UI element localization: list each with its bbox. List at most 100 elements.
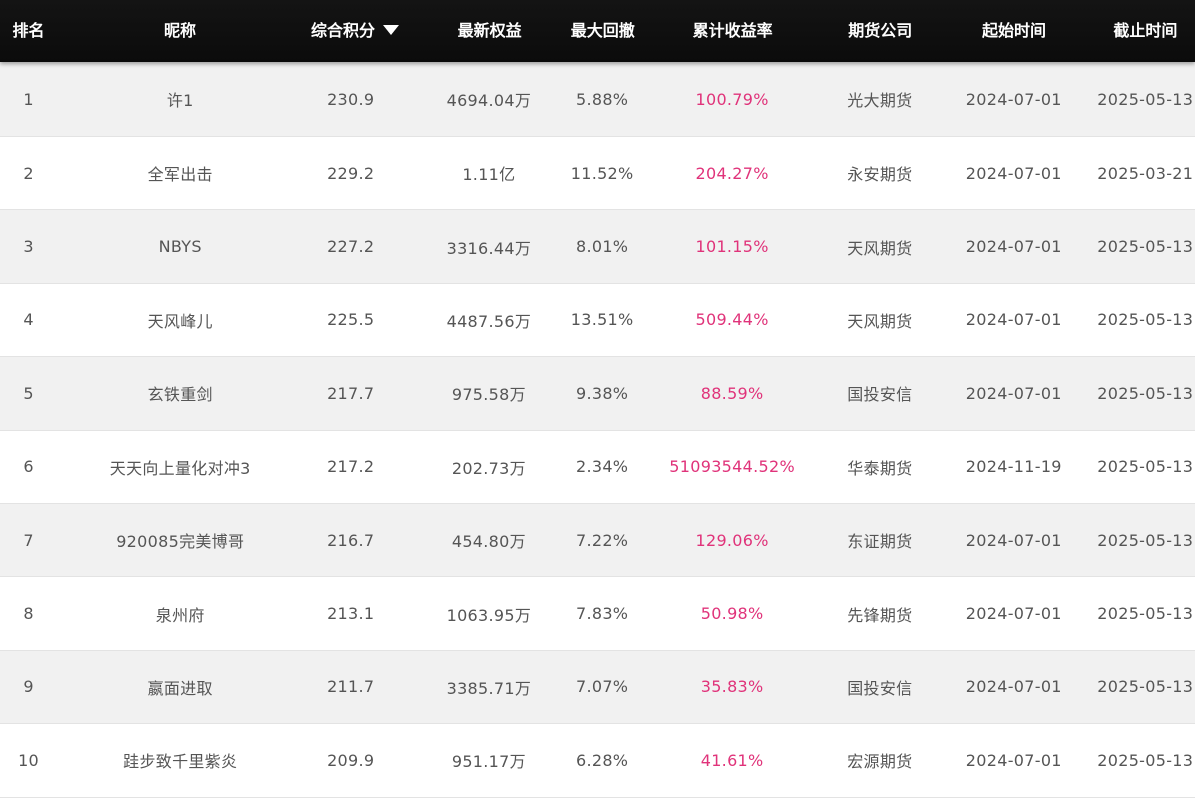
cell-start: 2024-07-01 bbox=[965, 750, 1062, 770]
header-rank[interactable]: 排名 bbox=[0, 0, 57, 62]
header-end[interactable]: 截止时间 bbox=[1096, 0, 1195, 62]
cell-end: 2025-05-13 bbox=[1097, 750, 1194, 770]
cell-end: 2025-05-13 bbox=[1097, 383, 1194, 403]
cell-score: 217.2 bbox=[327, 457, 375, 477]
cell-rank: 1 bbox=[23, 89, 34, 109]
cell-rank: 10 bbox=[18, 750, 40, 770]
cell-return: 51093544.52% bbox=[669, 457, 795, 477]
table-row[interactable]: 1 许1 230.9 4694.04万 5.88% 100.79% 光大期货 2024-07-… bbox=[0, 62, 1195, 137]
cell-score: 229.2 bbox=[327, 163, 375, 183]
cell-company: 华泰期货 bbox=[847, 458, 913, 478]
cell-nickname: 920085完美博哥 bbox=[116, 532, 245, 552]
header-score[interactable]: 综合积分 bbox=[303, 0, 399, 62]
cell-company: 先锋期货 bbox=[847, 605, 913, 625]
cell-return: 129.06% bbox=[695, 530, 769, 550]
cell-start: 2024-07-01 bbox=[965, 89, 1062, 109]
cell-rank: 3 bbox=[23, 237, 34, 257]
cell-score: 230.9 bbox=[327, 89, 375, 109]
cell-score: 211.7 bbox=[327, 677, 375, 697]
cell-drawdown: 9.38% bbox=[575, 383, 629, 403]
cell-equity: 951.17万 bbox=[451, 752, 526, 772]
cell-drawdown: 13.51% bbox=[570, 310, 634, 330]
cell-return: 50.98% bbox=[700, 604, 764, 624]
cell-return: 509.44% bbox=[695, 310, 769, 330]
header-score-label: 综合积分 bbox=[310, 21, 375, 40]
header-company[interactable]: 期货公司 bbox=[828, 0, 932, 62]
cell-company: 东证期货 bbox=[847, 532, 913, 552]
cell-rank: 2 bbox=[23, 163, 34, 183]
cell-nickname: 泉州府 bbox=[155, 605, 205, 625]
cell-return: 88.59% bbox=[700, 383, 764, 403]
cell-equity: 975.58万 bbox=[451, 385, 526, 405]
cell-company: 天风期货 bbox=[847, 238, 913, 258]
table-row[interactable]: 9 嬴面进取 211.7 3385.71万 7.07% 35.83% 国投安信 2024-07… bbox=[0, 650, 1195, 725]
cell-nickname: 天风峰儿 bbox=[147, 311, 213, 331]
cell-drawdown: 7.22% bbox=[575, 530, 629, 550]
cell-start: 2024-07-01 bbox=[965, 677, 1062, 697]
cell-end: 2025-03-21 bbox=[1097, 163, 1194, 183]
cell-return: 100.79% bbox=[695, 89, 769, 109]
table-row[interactable]: 7 920085完美博哥 216.7 454.80万 7.22% 129.06% 东证期货 2… bbox=[0, 503, 1195, 578]
cell-start: 2024-07-01 bbox=[965, 163, 1062, 183]
cell-nickname: 跬步致千里紫炎 bbox=[123, 752, 238, 772]
cell-rank: 4 bbox=[23, 310, 34, 330]
cell-return: 41.61% bbox=[700, 750, 764, 770]
table-row[interactable]: 6 天天向上量化对冲3 217.2 202.73万 2.34% 51093544.52% 华… bbox=[0, 430, 1195, 504]
cell-equity: 3385.71万 bbox=[446, 678, 532, 698]
header-return[interactable]: 累计收益率 bbox=[637, 0, 828, 62]
cell-nickname: 许1 bbox=[166, 91, 194, 110]
cell-start: 2024-07-01 bbox=[965, 383, 1062, 403]
cell-equity: 1063.95万 bbox=[446, 605, 532, 625]
table-row[interactable]: 10 跬步致千里紫炎 209.9 951.17万 6.28% 41.61% 宏源期货 2024… bbox=[0, 724, 1195, 798]
cell-score: 225.5 bbox=[327, 310, 375, 330]
cell-equity: 3316.44万 bbox=[446, 238, 532, 258]
cell-rank: 8 bbox=[23, 604, 34, 624]
cell-drawdown: 2.34% bbox=[575, 457, 629, 477]
cell-nickname: NBYS bbox=[158, 237, 202, 257]
cell-drawdown: 6.28% bbox=[575, 750, 629, 770]
cell-start: 2024-07-01 bbox=[965, 237, 1062, 257]
header-nickname[interactable]: 昵称 bbox=[57, 0, 303, 62]
cell-return: 35.83% bbox=[700, 677, 764, 697]
cell-start: 2024-07-01 bbox=[965, 604, 1062, 624]
cell-equity: 4487.56万 bbox=[446, 311, 532, 331]
cell-end: 2025-05-13 bbox=[1097, 677, 1194, 697]
table-row[interactable]: 3 NBYS 227.2 3316.44万 8.01% 101.15% 天风期货 2024-0… bbox=[0, 210, 1195, 284]
cell-equity: 202.73万 bbox=[451, 458, 526, 478]
table-row[interactable]: 8 泉州府 213.1 1063.95万 7.83% 50.98% 先锋期货 2024-07-… bbox=[0, 577, 1195, 651]
table-row[interactable]: 5 玄铁重剑 217.7 975.58万 9.38% 88.59% 国投安信 2024-07-… bbox=[0, 357, 1195, 431]
table-header: 排名 昵称 综合积分 最新权益 最大回撤 累计收益率 期货公司 起始时间 截止时… bbox=[0, 0, 1195, 62]
cell-drawdown: 11.52% bbox=[570, 163, 634, 183]
ranking-table: 排名 昵称 综合积分 最新权益 最大回撤 累计收益率 期货公司 起始时间 截止时… bbox=[0, 0, 1195, 798]
cell-end: 2025-05-13 bbox=[1097, 89, 1194, 109]
table-row[interactable]: 4 天风峰儿 225.5 4487.56万 13.51% 509.44% 天风期货 2024-… bbox=[0, 283, 1195, 358]
header-equity[interactable]: 最新权益 bbox=[391, 0, 568, 62]
table-row[interactable]: 2 全军出击 229.2 1.11亿 11.52% 204.27% 永安期货 2024-07-… bbox=[0, 137, 1195, 211]
cell-rank: 7 bbox=[23, 530, 34, 550]
cell-drawdown: 5.88% bbox=[575, 89, 629, 109]
cell-score: 213.1 bbox=[327, 604, 375, 624]
cell-end: 2025-05-13 bbox=[1097, 604, 1194, 624]
header-start[interactable]: 起始时间 bbox=[932, 0, 1095, 62]
sort-down-triangle-icon[interactable] bbox=[383, 24, 399, 35]
cell-score: 209.9 bbox=[327, 750, 375, 770]
cell-start: 2024-11-19 bbox=[965, 457, 1062, 477]
cell-end: 2025-05-13 bbox=[1097, 530, 1194, 550]
cell-company: 宏源期货 bbox=[847, 752, 913, 772]
table-body: 1 许1 230.9 4694.04万 5.88% 100.79% 光大期货 2024-07-… bbox=[0, 62, 1195, 798]
cell-company: 永安期货 bbox=[847, 165, 913, 185]
cell-rank: 6 bbox=[23, 457, 34, 477]
cell-return: 101.15% bbox=[695, 237, 769, 257]
cell-end: 2025-05-13 bbox=[1097, 457, 1194, 477]
header-drawdown[interactable]: 最大回撤 bbox=[568, 0, 637, 62]
cell-equity: 1.11亿 bbox=[462, 165, 516, 185]
cell-nickname: 天天向上量化对冲3 bbox=[109, 458, 251, 478]
cell-company: 国投安信 bbox=[847, 385, 913, 405]
cell-rank: 9 bbox=[23, 677, 34, 697]
cell-company: 国投安信 bbox=[847, 678, 913, 698]
cell-score: 227.2 bbox=[327, 237, 375, 257]
cell-nickname: 玄铁重剑 bbox=[147, 385, 213, 405]
cell-equity: 454.80万 bbox=[451, 532, 526, 552]
cell-score: 216.7 bbox=[327, 530, 375, 550]
cell-drawdown: 7.07% bbox=[575, 677, 629, 697]
